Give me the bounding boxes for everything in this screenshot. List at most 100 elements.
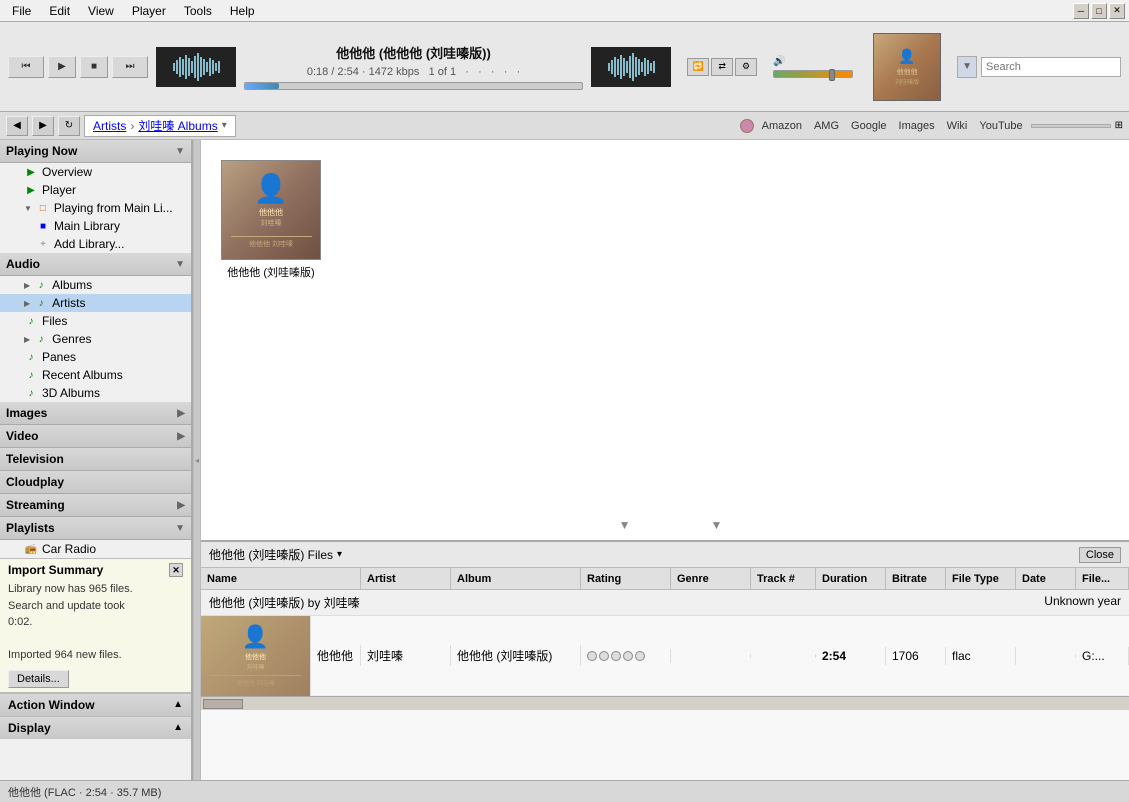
back-button[interactable]: ◀ <box>6 116 28 136</box>
forward-button[interactable]: ▶ <box>32 116 54 136</box>
view-mode-btn[interactable]: ⊞ <box>1115 120 1123 131</box>
shuffle-button[interactable]: ⇄ <box>711 58 733 76</box>
progress-bar[interactable] <box>244 82 583 90</box>
nav-link-wiki[interactable]: Wiki <box>943 120 972 132</box>
genres-icon: ♪ <box>34 332 48 346</box>
album-section-year: Unknown year <box>1044 594 1121 611</box>
album-grid-area[interactable]: 👤 他他他 刘哇嗪 他他他 刘哇嗪 他他他 (刘哇嗪版) ▼ ▼ <box>201 140 1129 540</box>
genres-tree-arrow: ▶ <box>24 335 30 344</box>
sidebar-section-playlists[interactable]: Playlists ▼ <box>0 517 191 540</box>
waveform-bars-right <box>608 53 655 81</box>
sidebar-item-car-radio[interactable]: 📻 Car Radio <box>0 540 191 558</box>
panes-icon: ♪ <box>24 350 38 364</box>
nav-link-amg[interactable]: AMG <box>810 120 843 132</box>
stop-button[interactable]: ■ <box>80 56 108 78</box>
sidebar-item-recent-albums[interactable]: ♪ Recent Albums <box>0 366 191 384</box>
sidebar-section-cloudplay[interactable]: Cloudplay <box>0 471 191 494</box>
menu-edit[interactable]: Edit <box>41 2 78 20</box>
play-button[interactable]: ▶ <box>48 56 76 78</box>
menu-view[interactable]: View <box>80 2 122 20</box>
track-date <box>1016 654 1076 658</box>
sidebar-item-player[interactable]: ▶ Player <box>0 181 191 199</box>
col-name[interactable]: Name <box>201 568 361 589</box>
nav-link-google[interactable]: Google <box>847 120 890 132</box>
sidebar-item-overview[interactable]: ▶ Overview <box>0 163 191 181</box>
close-button[interactable]: ✕ <box>1109 3 1125 19</box>
streaming-arrow: ▶ <box>177 500 185 511</box>
album-card[interactable]: 👤 他他他 刘哇嗪 他他他 刘哇嗪 他他他 (刘哇嗪版) <box>217 156 325 284</box>
sidebar-section-playing-now[interactable]: Playing Now ▼ <box>0 140 191 163</box>
zoom-slider[interactable] <box>1031 124 1111 128</box>
sidebar-display[interactable]: Display ▲ <box>0 716 191 739</box>
artists-icon: ♪ <box>34 296 48 310</box>
track-filepath: G:... <box>1076 647 1129 665</box>
col-date[interactable]: Date <box>1016 568 1076 589</box>
col-filetype[interactable]: File Type <box>946 568 1016 589</box>
mode-row-1: 🔁 ⇄ ⚙ <box>687 58 757 76</box>
window-controls: ─ □ ✕ <box>1073 3 1125 19</box>
track-info-center: 他他他 (他他他 (刘哇嗪版)) 0:18 / 2:54 · 1472 kbps… <box>244 43 583 90</box>
scroll-arrow-left[interactable]: ▼ <box>619 518 631 532</box>
nav-link-amazon[interactable]: Amazon <box>758 120 806 132</box>
breadcrumb-albums[interactable]: 刘哇嗪 Albums <box>138 117 217 134</box>
sidebar-section-video[interactable]: Video ▶ <box>0 425 191 448</box>
sidebar-item-artists[interactable]: ▶ ♪ Artists <box>0 294 191 312</box>
search-input[interactable] <box>981 57 1121 77</box>
refresh-button[interactable]: ↻ <box>58 116 80 136</box>
scrollbar-thumb[interactable] <box>203 699 243 709</box>
file-list-dropdown[interactable]: ▾ <box>337 549 342 560</box>
search-dropdown-icon[interactable]: ▼ <box>962 61 972 72</box>
sidebar-item-panes[interactable]: ♪ Panes <box>0 348 191 366</box>
sidebar-item-main-library[interactable]: ■ Main Library <box>0 217 191 235</box>
sidebar-item-playing-from[interactable]: ▼ □ Playing from Main Li... <box>0 199 191 217</box>
col-duration[interactable]: Duration <box>816 568 886 589</box>
file-list-panel: 他他他 (刘哇嗪版) Files ▾ Close Name Artist Alb… <box>201 540 1129 780</box>
sidebar-item-add-library[interactable]: + Add Library... <box>0 235 191 253</box>
next-button[interactable]: ⏭ <box>112 56 148 78</box>
sidebar-resize-handle[interactable]: ◂ <box>193 140 201 780</box>
sidebar-section-audio[interactable]: Audio ▼ <box>0 253 191 276</box>
sidebar-section-streaming[interactable]: Streaming ▶ <box>0 494 191 517</box>
import-close-button[interactable]: ✕ <box>169 563 183 577</box>
nav-link-images[interactable]: Images <box>895 120 939 132</box>
menu-tools[interactable]: Tools <box>176 2 220 20</box>
col-filepath[interactable]: File... <box>1076 568 1129 589</box>
sidebar-item-albums[interactable]: ▶ ♪ Albums <box>0 276 191 294</box>
col-artist[interactable]: Artist <box>361 568 451 589</box>
sidebar-item-genres[interactable]: ▶ ♪ Genres <box>0 330 191 348</box>
maximize-button[interactable]: □ <box>1091 3 1107 19</box>
status-text: 他他他 (FLAC · 2:54 · 35.7 MB) <box>8 784 161 800</box>
col-genre[interactable]: Genre <box>671 568 751 589</box>
details-button[interactable]: Details... <box>8 670 69 688</box>
sidebar-section-television[interactable]: Television <box>0 448 191 471</box>
menu-file[interactable]: File <box>4 2 39 20</box>
menu-help[interactable]: Help <box>222 2 263 20</box>
file-list-title: 他他他 (刘哇嗪版) Files ▾ <box>209 546 342 563</box>
sidebar-action-window[interactable]: Action Window ▲ <box>0 693 191 716</box>
album-section-header: 他他他 (刘哇嗪版) by 刘哇嗪 Unknown year <box>201 590 1129 616</box>
prev-button[interactable]: ⏮ <box>8 56 44 78</box>
minimize-button[interactable]: ─ <box>1073 3 1089 19</box>
settings-button[interactable]: ⚙ <box>735 58 757 76</box>
repeat-button[interactable]: 🔁 <box>687 58 709 76</box>
file-panel-close-button[interactable]: Close <box>1079 547 1121 563</box>
col-album[interactable]: Album <box>451 568 581 589</box>
col-rating[interactable]: Rating <box>581 568 671 589</box>
nav-link-youtube[interactable]: YouTube <box>975 120 1026 132</box>
sidebar-item-files[interactable]: ♪ Files <box>0 312 191 330</box>
import-summary-header: Import Summary ✕ <box>8 563 183 577</box>
col-track[interactable]: Track # <box>751 568 816 589</box>
albums-tree-arrow: ▶ <box>24 281 30 290</box>
import-summary-panel: Import Summary ✕ Library now has 965 fil… <box>0 558 191 693</box>
table-row[interactable]: 👤 他他他 刘哇嗪 他他他 刘哇嗪 他他他 刘哇嗪 他他他 (刘哇嗪版) <box>201 616 1129 696</box>
breadcrumb-artists[interactable]: Artists <box>93 119 126 133</box>
horizontal-scrollbar[interactable] <box>201 696 1129 710</box>
overview-icon: ▶ <box>24 165 38 179</box>
scroll-arrow-right[interactable]: ▼ <box>710 518 722 532</box>
breadcrumb-dropdown-btn[interactable]: ▾ <box>222 120 227 131</box>
sidebar-item-3d-albums[interactable]: ♪ 3D Albums <box>0 384 191 402</box>
volume-slider[interactable] <box>773 70 853 78</box>
menu-player[interactable]: Player <box>124 2 174 20</box>
col-bitrate[interactable]: Bitrate <box>886 568 946 589</box>
sidebar-section-images[interactable]: Images ▶ <box>0 402 191 425</box>
